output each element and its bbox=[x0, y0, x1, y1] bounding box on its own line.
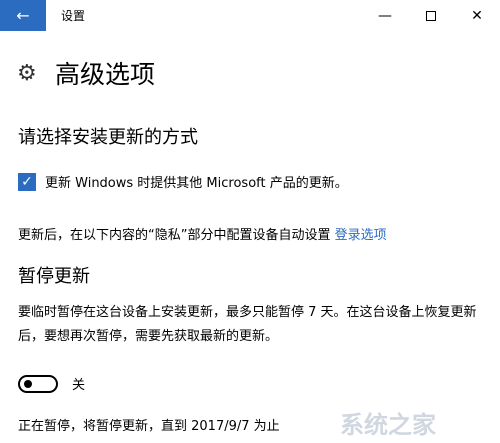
signin-options-link[interactable]: 登录选项 bbox=[335, 228, 387, 243]
minimize-icon: — bbox=[378, 7, 392, 24]
page-title: 高级选项 bbox=[55, 60, 156, 89]
pause-heading: 暂停更新 bbox=[18, 266, 90, 287]
other-products-label: 更新 Windows 时提供其他 Microsoft 产品的更新。 bbox=[45, 176, 348, 191]
pause-description: 要临时暂停在这台设备上安装更新，最多只能暂停 7 天。在这台设备上恢复更新后，要… bbox=[18, 305, 477, 344]
close-button[interactable]: ✕ bbox=[454, 0, 500, 31]
pause-status: 正在暂停，将暂停更新，直到 2017/9/7 为止 bbox=[18, 419, 280, 434]
update-method-heading: 请选择安装更新的方式 bbox=[18, 127, 198, 148]
title-bar: ← 设置 — ✕ bbox=[0, 0, 500, 31]
app-title: 设置 bbox=[61, 9, 86, 23]
signin-info: 更新后，在以下内容的“隐私”部分中配置设备自动设置 登录选项 bbox=[18, 224, 387, 243]
maximize-icon bbox=[426, 10, 436, 21]
gear-icon: ⚙ bbox=[17, 60, 37, 86]
close-icon: ✕ bbox=[471, 7, 483, 24]
pause-toggle-label: 关 bbox=[72, 378, 86, 393]
page-header: ⚙ 高级选项 bbox=[17, 55, 155, 91]
watermark: 系统之家 bbox=[340, 411, 436, 439]
back-arrow-icon: ← bbox=[16, 6, 30, 25]
other-products-checkbox[interactable]: ✓ bbox=[18, 172, 36, 191]
pause-toggle-row: 关 bbox=[18, 374, 85, 393]
maximize-button[interactable] bbox=[408, 0, 454, 31]
back-button[interactable]: ← bbox=[0, 0, 46, 31]
signin-info-text: 更新后，在以下内容的“隐私”部分中配置设备自动设置 bbox=[18, 228, 331, 243]
minimize-button[interactable]: — bbox=[362, 0, 408, 31]
pause-toggle[interactable] bbox=[18, 374, 58, 393]
checkmark-icon: ✓ bbox=[21, 173, 33, 190]
other-products-option[interactable]: ✓ 更新 Windows 时提供其他 Microsoft 产品的更新。 bbox=[18, 172, 348, 191]
toggle-knob bbox=[24, 379, 32, 388]
